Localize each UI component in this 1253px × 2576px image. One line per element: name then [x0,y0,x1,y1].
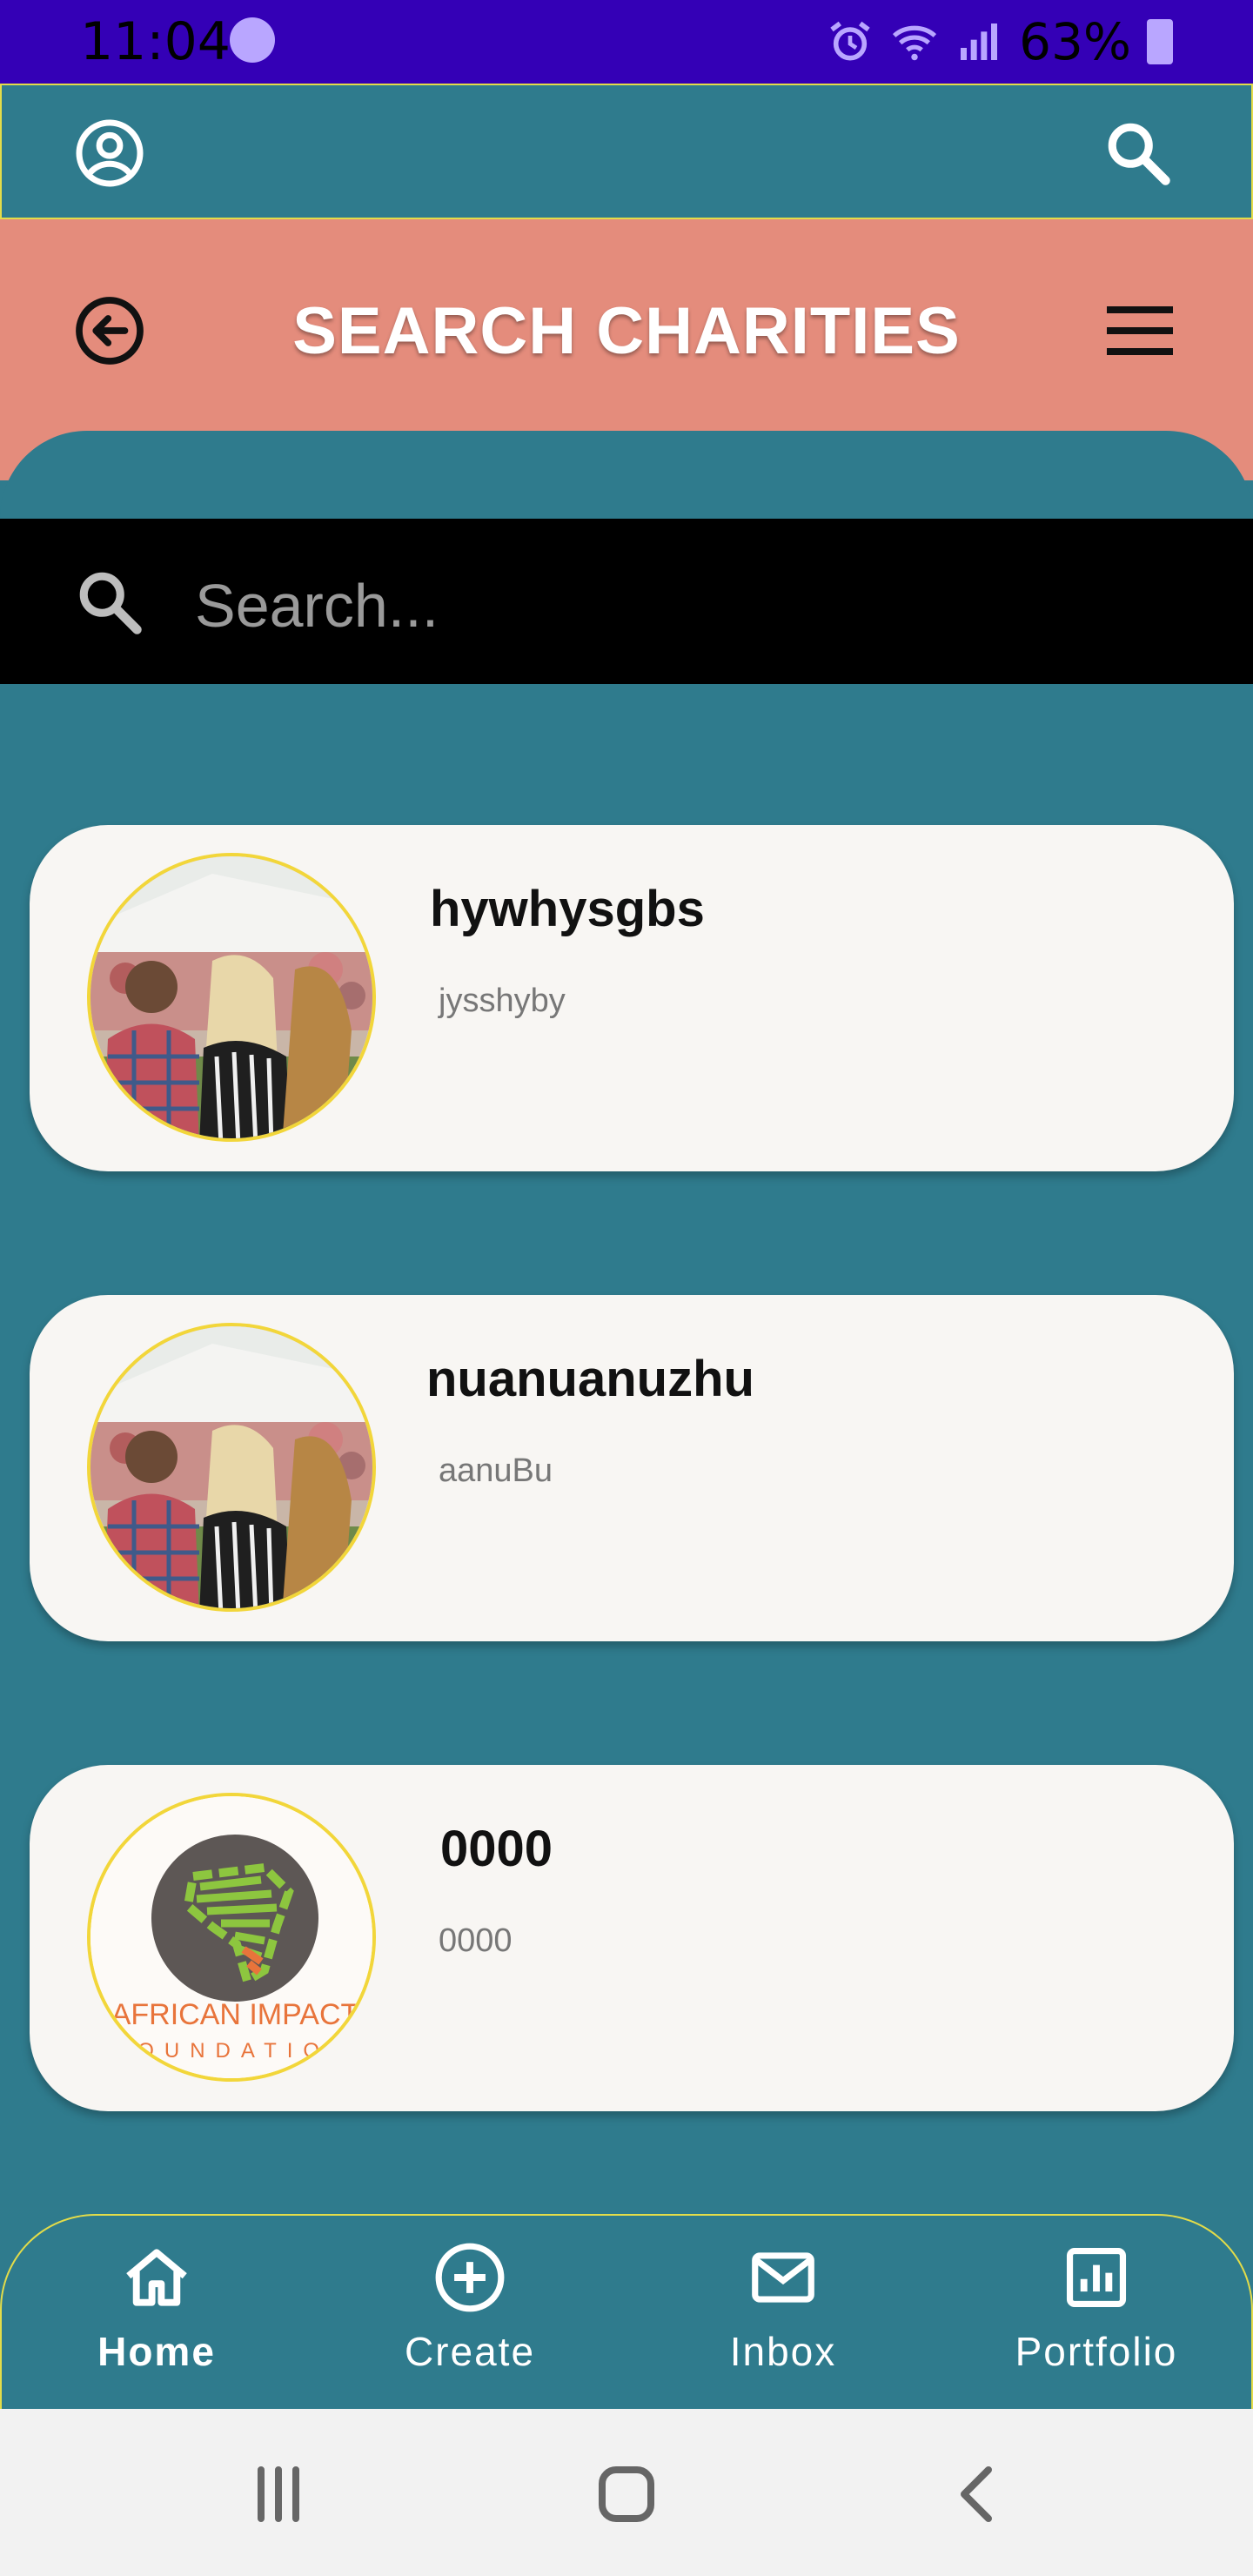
shazam-icon [230,17,275,63]
charity-subtitle: 0000 [439,1922,513,1959]
alarm-icon [830,21,870,61]
battery-icon [1147,19,1173,64]
battery-percent: 63% [1019,12,1131,71]
charity-name: 0000 [440,1821,553,1877]
wifi-icon [893,25,937,61]
people-crowd-photo [90,856,372,1138]
nav-item-create[interactable]: Create [339,2240,600,2376]
charity-avatar [87,853,376,1142]
status-time: 11:04 [80,11,231,72]
nav-label-create: Create [404,2329,536,2374]
home-icon [126,2249,187,2306]
logo-text-2: FOUNDATION [115,2039,356,2063]
charity-card[interactable]: hywhysgbs jysshyby [30,825,1234,1171]
charity-card[interactable]: AFRICAN IMPACT FOUNDATION 0000 0000 [30,1765,1234,2111]
charity-subtitle: aanuBu [439,1452,553,1489]
charity-avatar [87,1323,376,1612]
signal-icon [961,23,998,60]
nav-item-inbox[interactable]: Inbox [653,2240,914,2376]
recent-apps-icon[interactable] [244,2459,313,2529]
nav-item-portfolio[interactable]: Portfolio [966,2240,1227,2376]
nav-label-portfolio: Portfolio [1015,2329,1178,2374]
african-impact-foundation-logo: AFRICAN IMPACT FOUNDATION [90,1796,372,2078]
search-input[interactable] [193,557,1197,654]
search-icon[interactable] [1102,117,1175,190]
profile-icon[interactable] [73,117,146,190]
charity-subtitle: jysshyby [439,983,566,1019]
nav-label-inbox: Inbox [729,2329,837,2374]
logo-text-1: AFRICAN IMPACT [111,1998,359,2031]
people-crowd-photo [90,1326,372,1608]
back-button-icon[interactable] [943,2459,1013,2529]
plus-circle-icon [435,2243,505,2312]
chart-icon [1066,2247,1127,2308]
charity-name: nuanuanuzhu [426,1351,754,1407]
mail-icon [752,2252,814,2303]
search-field-icon [79,572,142,634]
charity-name: hywhysgbs [430,881,705,937]
charity-card[interactable]: nuanuanuzhu aanuBu [30,1295,1234,1641]
hamburger-menu-icon[interactable] [1107,306,1173,355]
app-bar [0,84,1253,219]
nav-item-home[interactable]: Home [26,2240,287,2376]
page-title: SEARCH CHARITIES [292,294,961,368]
nav-label-home: Home [97,2329,216,2374]
charity-avatar: AFRICAN IMPACT FOUNDATION [87,1793,376,2082]
home-button-icon[interactable] [592,2459,661,2529]
status-indicators: 63% [826,12,1173,71]
